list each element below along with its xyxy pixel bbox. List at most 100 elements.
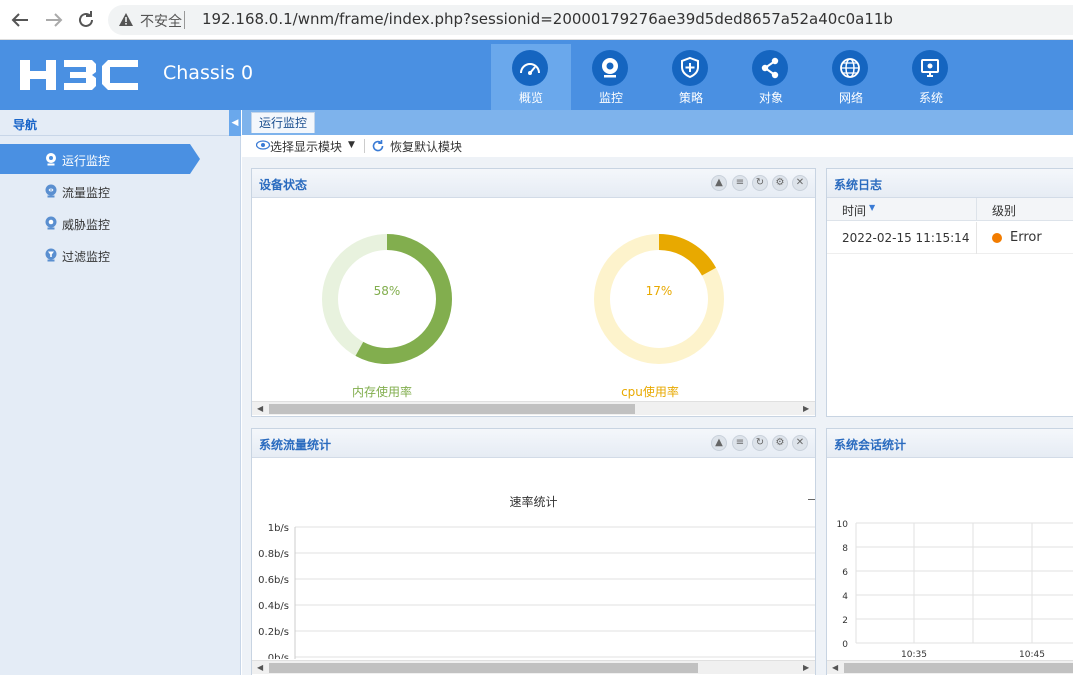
sort-down-icon[interactable]: ▼ xyxy=(869,203,875,212)
tab-label: 系统 xyxy=(918,91,943,105)
tab-policy[interactable]: 策略 xyxy=(651,44,731,110)
y-tick-label: 10 xyxy=(837,520,849,530)
cpu-label: cpu使用率 xyxy=(621,385,679,399)
settings-icon[interactable]: ⚙ xyxy=(772,435,788,451)
divider xyxy=(976,198,977,221)
forward-arrow-icon[interactable] xyxy=(42,8,66,32)
restore-modules-button[interactable]: 恢复默认模块 xyxy=(390,138,462,155)
active-indicator xyxy=(190,144,200,174)
table-row[interactable]: 2022-02-15 11:15:14 Error xyxy=(827,222,1073,254)
h3c-logo xyxy=(20,58,138,92)
select-modules-button[interactable]: 选择显示模块 xyxy=(270,138,342,155)
address-bar[interactable]: 不安全 192.168.0.1/wnm/frame/index.php?sess… xyxy=(108,5,1073,35)
tab-running-monitor[interactable]: 运行监控 xyxy=(251,112,316,133)
sidebar-item-threat-monitor[interactable]: 威胁监控 xyxy=(0,208,190,238)
y-tick-label: 0 xyxy=(842,640,848,650)
chart-title: 速率统计 xyxy=(509,495,558,509)
y-tick-label: 0.2b/s xyxy=(258,627,289,638)
tab-objects[interactable]: 对象 xyxy=(731,44,811,110)
restore-icon xyxy=(372,140,384,152)
y-tick-label: 0.4b/s xyxy=(258,601,289,612)
sidebar-item-label: 威胁监控 xyxy=(62,218,111,232)
panel-title: 系统会话统计 xyxy=(834,438,907,452)
traffic-stats-panel: 系统流量统计 ▲ ≡ ↻ ⚙ ✕ 速率统计 1b/s 0.8b/s 0.6b/s 0.… xyxy=(251,428,816,675)
sidebar-title: 导航 xyxy=(13,118,38,132)
tab-system[interactable]: 系统 xyxy=(891,44,971,110)
horizontal-scrollbar[interactable]: ◀ ▶ xyxy=(252,401,815,415)
webcam-icon xyxy=(46,153,56,166)
scroll-thumb[interactable] xyxy=(269,404,635,414)
device-status-panel: 设备状态 ▲ ≡ ↻ ⚙ ✕ 58% 内存使用率 17% cpu使用率 ◀ ▶ xyxy=(251,168,816,417)
app-header: Chassis 0 概览 监控 策略 对象 网络 系统 xyxy=(0,40,1073,110)
module-toolbar: 选择显示模块 ▼ 恢复默认模块 xyxy=(242,135,1073,157)
tab-label: 概览 xyxy=(518,91,543,105)
dropdown-arrow-icon[interactable]: ▼ xyxy=(348,140,355,150)
sidebar-item-label: 流量监控 xyxy=(62,186,111,200)
close-icon[interactable]: ✕ xyxy=(792,435,808,451)
scroll-left-icon[interactable]: ◀ xyxy=(257,402,263,416)
panel-header: 设备状态 ▲ ≡ ↻ ⚙ ✕ xyxy=(252,169,815,198)
sidebar-item-filter-monitor[interactable]: 过滤监控 xyxy=(0,240,190,270)
sidebar-item-label: 过滤监控 xyxy=(62,250,111,264)
sidebar-header: 导航 xyxy=(0,110,241,136)
scroll-left-icon[interactable]: ◀ xyxy=(257,661,263,675)
scroll-thumb[interactable] xyxy=(269,663,698,673)
back-arrow-icon[interactable] xyxy=(8,8,32,32)
scroll-thumb[interactable] xyxy=(844,663,1073,673)
panel-header: 系统日志 xyxy=(827,169,1073,198)
speedometer-icon xyxy=(512,50,548,86)
collapse-left-icon[interactable]: ◀ xyxy=(229,110,241,136)
x-tick-label: 10:35 xyxy=(901,650,927,660)
memory-label: 内存使用率 xyxy=(351,385,412,399)
divider xyxy=(364,139,365,153)
globe-icon xyxy=(832,50,868,86)
traffic-rate-chart: 1b/s 0.8b/s 0.6b/s 0.4b/s 0.2b/s 0b/s xyxy=(258,523,815,659)
scroll-right-icon[interactable]: ▶ xyxy=(803,661,809,675)
y-tick-label: 4 xyxy=(842,592,848,602)
scroll-right-icon[interactable]: ▶ xyxy=(803,402,809,416)
url-text[interactable]: 192.168.0.1/wnm/frame/index.php?sessioni… xyxy=(202,10,893,28)
list-icon[interactable]: ≡ xyxy=(732,435,748,451)
tab-label: 对象 xyxy=(758,91,783,105)
collapse-up-icon[interactable]: ▲ xyxy=(711,175,727,191)
filter-icon xyxy=(45,248,57,262)
scroll-left-icon[interactable]: ◀ xyxy=(832,661,838,675)
insecure-label: 不安全 xyxy=(140,14,182,30)
collapse-up-icon[interactable]: ▲ xyxy=(711,435,727,451)
eye-icon xyxy=(256,140,270,150)
horizontal-scrollbar[interactable]: ◀ xyxy=(827,660,1073,674)
tab-network[interactable]: 网络 xyxy=(811,44,891,110)
tab-overview[interactable]: 概览 xyxy=(491,44,571,110)
horizontal-scrollbar[interactable]: ◀ ▶ xyxy=(252,660,815,674)
warning-icon xyxy=(118,12,134,28)
cpu-usage-donut xyxy=(594,234,724,364)
memory-percent: 58% xyxy=(373,284,401,298)
share-nodes-icon xyxy=(752,50,788,86)
cpu-percent: 17% xyxy=(645,284,673,298)
sidebar-item-running-monitor[interactable]: 运行监控 xyxy=(0,144,190,174)
reload-icon[interactable] xyxy=(74,8,98,32)
x-tick-label: 10:45 xyxy=(1019,650,1045,660)
sidebar-item-traffic-monitor[interactable]: 流量监控 xyxy=(0,176,190,206)
traffic-icon xyxy=(45,184,57,198)
column-time[interactable]: 时间 xyxy=(842,202,866,219)
settings-icon[interactable]: ⚙ xyxy=(772,175,788,191)
list-icon[interactable]: ≡ xyxy=(732,175,748,191)
sidebar: 导航 ◀ 运行监控 流量监控 威胁监控 过滤监控 xyxy=(0,110,241,675)
session-stats-panel: 系统会话统计 10 8 6 4 2 0 10:35 10:45 ◀ xyxy=(826,428,1073,675)
legend-marker xyxy=(808,499,815,500)
divider xyxy=(976,222,977,254)
error-status-dot xyxy=(992,233,1002,243)
y-tick-label: 8 xyxy=(842,544,848,554)
y-tick-label: 6 xyxy=(842,568,848,578)
system-log-panel: 系统日志 时间 ▼ 级别 2022-02-15 11:15:14 Error xyxy=(826,168,1073,417)
refresh-icon[interactable]: ↻ xyxy=(752,175,768,191)
refresh-icon[interactable]: ↻ xyxy=(752,435,768,451)
threat-icon xyxy=(45,216,57,230)
panel-title: 系统流量统计 xyxy=(259,438,332,452)
y-tick-label: 0b/s xyxy=(268,653,289,659)
tab-monitor[interactable]: 监控 xyxy=(571,44,651,110)
log-time: 2022-02-15 11:15:14 xyxy=(842,231,970,245)
column-level[interactable]: 级别 xyxy=(992,202,1016,219)
close-icon[interactable]: ✕ xyxy=(792,175,808,191)
